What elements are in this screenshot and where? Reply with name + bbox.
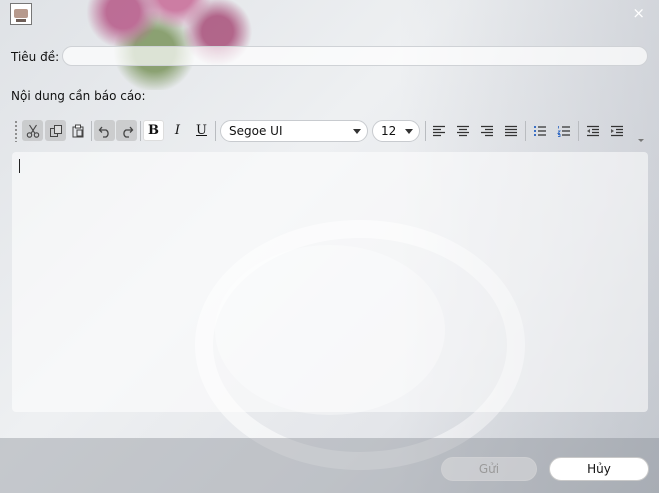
content-label: Nội dung cần báo cáo: [11,89,146,103]
font-size-select[interactable]: 12 [372,120,420,142]
title-bar: × [0,0,659,28]
content-editor[interactable] [12,152,648,412]
title-label: Tiêu đề: [11,50,60,64]
align-justify-icon[interactable] [500,120,521,141]
toolbar-separator [525,121,526,141]
increase-indent-icon[interactable] [606,120,627,141]
cut-icon[interactable] [22,120,43,141]
toolbar-separator [425,121,426,141]
undo-icon[interactable] [94,120,115,141]
chevron-down-icon [405,129,413,134]
title-input[interactable] [62,46,648,66]
italic-icon[interactable]: I [167,120,188,141]
align-center-icon[interactable] [452,120,473,141]
toolbar-overflow-icon[interactable] [638,139,644,142]
send-button[interactable]: Gửi [441,457,537,481]
font-family-select[interactable]: Segoe UI [220,120,368,142]
underline-icon[interactable]: U [191,120,212,141]
report-dialog: × Tiêu đề: Nội dung cần báo cáo: B I U S… [0,0,659,493]
align-right-icon[interactable] [476,120,497,141]
font-size-value: 12 [381,124,397,138]
chevron-down-icon [353,129,361,134]
text-caret [19,159,20,173]
app-icon [10,3,32,25]
toolbar-separator [578,121,579,141]
close-icon[interactable]: × [632,4,645,22]
paste-icon[interactable] [67,120,88,141]
toolbar-grip[interactable] [14,120,18,142]
align-left-icon[interactable] [428,120,449,141]
toolbar-separator [140,121,141,141]
copy-icon[interactable] [45,120,66,141]
formatting-toolbar: B I U Segoe UI 12 [12,117,648,145]
toolbar-separator [91,121,92,141]
bullet-list-icon[interactable] [529,120,550,141]
toolbar-separator [215,121,216,141]
font-family-value: Segoe UI [229,124,283,138]
redo-icon[interactable] [116,120,137,141]
decrease-indent-icon[interactable] [582,120,603,141]
numbered-list-icon[interactable] [553,120,574,141]
bold-icon[interactable]: B [143,120,164,141]
cancel-button[interactable]: Hủy [549,457,649,481]
